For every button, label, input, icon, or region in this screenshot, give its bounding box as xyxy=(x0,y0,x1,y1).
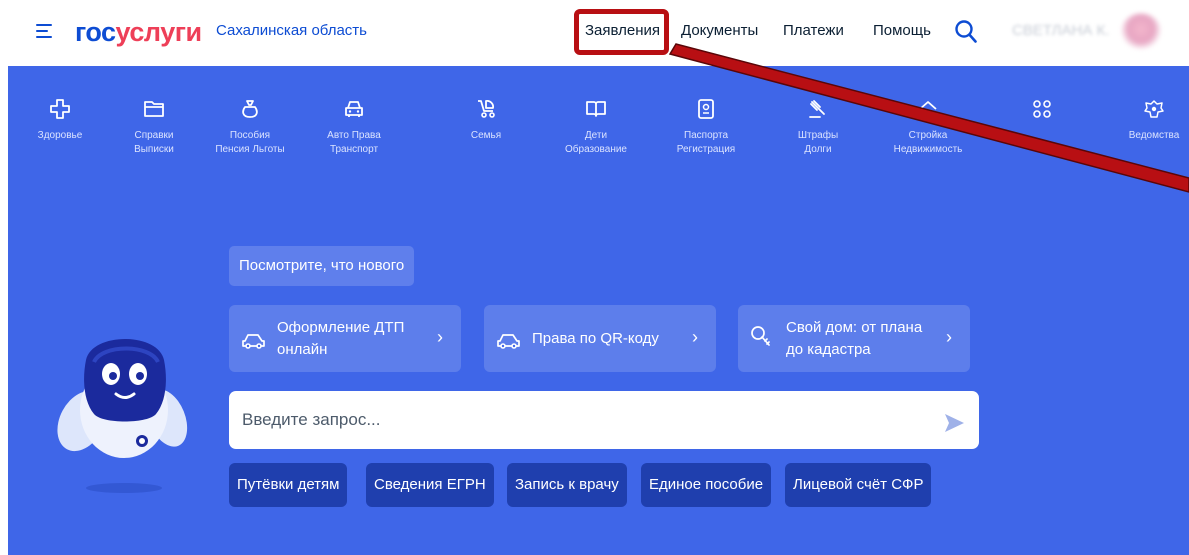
chevron-right-icon: › xyxy=(437,327,443,347)
category-agencies[interactable]: Ведомства xyxy=(1109,98,1189,143)
category-children[interactable]: Дети Образование xyxy=(551,98,641,157)
user-name[interactable]: СВЕТЛАНА К. xyxy=(1012,22,1109,39)
header: госуслуги Сахалинская область Заявления … xyxy=(0,0,1189,66)
promo-text-line1: Оформление ДТП xyxy=(277,319,405,336)
chip-doctor-appointment[interactable]: Запись к врачу xyxy=(507,463,627,507)
passport-icon xyxy=(698,99,714,119)
category-label-2: Долги xyxy=(804,144,832,155)
gosuslugi-logo[interactable]: госуслуги xyxy=(75,14,202,50)
emblem-icon xyxy=(1144,100,1164,118)
category-fines[interactable]: Штрафы Долги xyxy=(773,98,863,157)
search-icon[interactable] xyxy=(954,19,978,45)
logo-part-gos: гос xyxy=(75,17,116,47)
promo-card-dtp[interactable]: Оформление ДТП онлайн › xyxy=(229,305,461,372)
logo-part-uslugi: услуги xyxy=(115,17,203,47)
health-icon xyxy=(50,99,70,119)
menu-icon[interactable] xyxy=(36,23,52,38)
chip-egrn[interactable]: Сведения ЕГРН xyxy=(366,463,494,507)
avatar[interactable] xyxy=(1121,13,1161,49)
gavel-icon xyxy=(809,100,825,118)
whats-new-button[interactable]: Посмотрите, что нового xyxy=(229,246,415,286)
category-certificates[interactable]: Справки Выписки xyxy=(109,98,199,157)
category-label-1: Авто Права xyxy=(327,130,381,141)
category-label-1: Здоровье xyxy=(37,130,83,141)
money-bag-icon xyxy=(242,100,258,118)
key-icon xyxy=(751,326,770,346)
region-selector[interactable]: Сахалинская область xyxy=(216,22,367,39)
category-all-services[interactable] xyxy=(997,98,1087,129)
category-label-2: Выписки xyxy=(134,144,174,155)
chevron-right-icon: › xyxy=(692,327,698,347)
promo-card-qr-license[interactable]: Права по QR-коду › xyxy=(484,305,716,372)
category-label-1: Семья xyxy=(470,130,502,141)
category-label-2: Недвижимость xyxy=(893,144,963,155)
promo-text-line1: Права по QR-коду xyxy=(532,330,659,347)
nav-payments[interactable]: Платежи xyxy=(783,22,844,39)
chip-sfr-account[interactable]: Лицевой счёт СФР xyxy=(785,463,932,507)
stroller-icon xyxy=(478,100,495,118)
category-label-1: Ведомства xyxy=(1128,130,1180,141)
promo-text-line2: онлайн xyxy=(277,341,328,358)
car-icon xyxy=(345,101,363,117)
robot-assistant-mascot[interactable] xyxy=(54,318,194,498)
search-input[interactable] xyxy=(229,391,979,449)
category-label-2: Регистрация xyxy=(676,144,736,155)
category-family[interactable]: Семья xyxy=(441,98,531,143)
category-label-1: Паспорта xyxy=(683,130,729,141)
book-icon xyxy=(586,101,606,117)
category-auto[interactable]: Авто Права Транспорт xyxy=(309,98,399,157)
category-label-1: Пособия xyxy=(229,130,271,141)
category-construction[interactable]: Стройка Недвижимость xyxy=(883,98,973,157)
category-label-1: Стройка xyxy=(908,130,948,141)
promo-text-line2: до кадастра xyxy=(786,341,871,358)
chip-trips-children[interactable]: Путёвки детям xyxy=(229,463,348,507)
nav-applications[interactable]: Заявления xyxy=(585,22,660,39)
category-label-1: Справки xyxy=(134,130,174,141)
category-health[interactable]: Здоровье xyxy=(15,98,105,143)
chip-unified-benefit[interactable]: Единое пособие xyxy=(641,463,772,507)
send-icon[interactable] xyxy=(943,412,965,434)
category-label-2: Транспорт xyxy=(329,144,379,155)
apps-grid-icon xyxy=(1033,100,1051,118)
house-icon xyxy=(919,101,937,110)
category-label-1: Дети xyxy=(584,130,608,141)
promo-card-house[interactable]: Свой дом: от плана до кадастра › xyxy=(738,305,970,372)
category-passports[interactable]: Паспорта Регистрация xyxy=(661,98,751,157)
category-label-2: Образование xyxy=(565,144,627,155)
car-icon xyxy=(497,334,520,349)
chevron-right-icon: › xyxy=(946,327,952,347)
nav-documents[interactable]: Документы xyxy=(681,22,758,39)
promo-text-line1: Свой дом: от плана xyxy=(786,319,923,336)
nav-help[interactable]: Помощь xyxy=(873,22,931,39)
car-icon xyxy=(242,334,265,349)
folder-icon xyxy=(144,101,164,117)
category-label-1: Штрафы xyxy=(797,130,839,141)
category-benefits[interactable]: Пособия Пенсия Льготы xyxy=(205,98,295,157)
category-label-2: Пенсия Льготы xyxy=(215,144,285,155)
